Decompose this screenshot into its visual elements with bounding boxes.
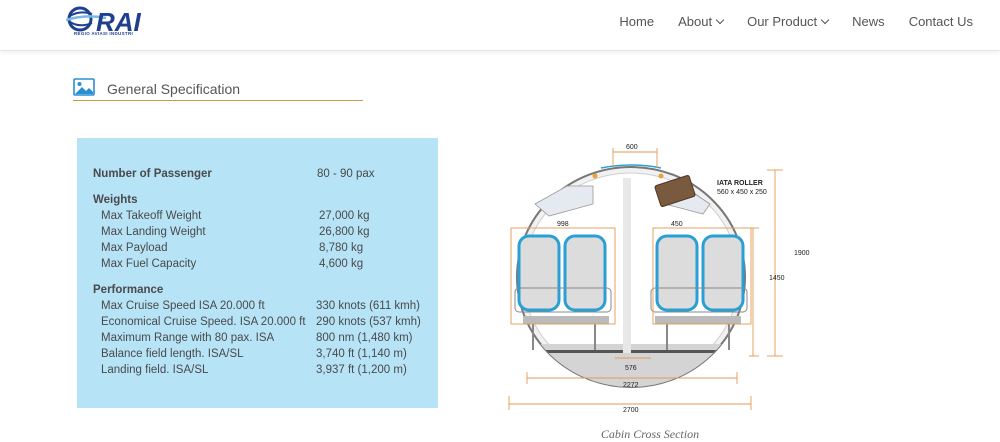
nav-home-label: Home: [619, 14, 655, 29]
dim-width: 2700: [623, 407, 639, 414]
logo-tagline: REGIO AVIASI INDUSTRI: [74, 31, 134, 36]
spec-value: 800 nm (1,480 km): [316, 332, 413, 344]
spec-value: 3,937 ft (1,200 m): [316, 364, 407, 376]
dim-aisle: 576: [625, 365, 637, 372]
nav-news-label: News: [852, 14, 885, 29]
spec-value: 290 knots (537 kmh): [316, 316, 421, 328]
section-heading: General Specification: [73, 78, 363, 101]
nav-about-label: About: [678, 14, 713, 29]
spec-label: Number of Passenger: [93, 168, 212, 180]
spec-box: Number of Passenger 80 - 90 pax Weights …: [77, 138, 438, 408]
spec-value: 3,740 ft (1,140 m): [316, 348, 407, 360]
image-icon: [73, 78, 95, 96]
spec-value: 8,780 kg: [319, 242, 364, 254]
roller-label: IATA ROLLER: [717, 180, 763, 187]
main-nav: Home About Our Product News Contact Us: [607, 14, 973, 29]
spec-value: 27,000 kg: [319, 210, 370, 222]
nav-about[interactable]: About: [666, 14, 735, 29]
chevron-down-icon: [715, 15, 725, 25]
spec-value: 4,600 kg: [319, 258, 364, 270]
diagram-caption: Cabin Cross Section: [600, 427, 700, 441]
performance-title: Performance: [93, 284, 164, 296]
roller-size: 560 x 450 x 250: [717, 189, 767, 196]
nav-home[interactable]: Home: [607, 14, 666, 29]
cabin-light: [658, 173, 664, 179]
dim-right-seat: 450: [671, 221, 683, 228]
site-header: RAI REGIO AVIASI INDUSTRI Home About Our…: [0, 0, 1000, 51]
dim-height-inner: 1450: [769, 275, 785, 282]
spec-value: 330 knots (611 kmh): [316, 300, 420, 312]
section-title: General Specification: [107, 81, 241, 97]
spec-label: Max Fuel Capacity: [101, 258, 197, 270]
spec-label: Landing field. ISA/SL: [101, 364, 209, 376]
dim-height-total: 1900: [794, 250, 810, 257]
spec-label: Max Payload: [101, 242, 168, 254]
dim-floor: 2272: [623, 382, 639, 389]
nav-contact-us-label: Contact Us: [908, 14, 973, 29]
rai-logo-mark: RAI: [65, 6, 142, 37]
spec-label: Balance field length. ISA/SL: [101, 348, 244, 360]
spec-label: Max Takeoff Weight: [101, 210, 202, 222]
spec-label: Max Cruise Speed ISA 20.000 ft: [101, 300, 265, 312]
spec-label: Economical Cruise Speed. ISA 20.000 ft: [101, 316, 306, 328]
nav-our-product[interactable]: Our Product: [735, 14, 840, 29]
weights-title: Weights: [93, 194, 138, 206]
nav-contact-us[interactable]: Contact Us: [897, 14, 973, 29]
nav-news[interactable]: News: [840, 14, 897, 29]
rai-logo[interactable]: RAI: [65, 4, 178, 46]
nav-our-product-label: Our Product: [747, 14, 818, 29]
spec-value: 26,800 kg: [319, 226, 370, 238]
cabin-light: [592, 173, 598, 179]
spec-value: 80 - 90 pax: [317, 168, 375, 180]
dim-top: 600: [626, 144, 638, 151]
spec-label: Max Landing Weight: [101, 226, 206, 238]
chevron-down-icon: [820, 15, 830, 25]
spec-label: Maximum Range with 80 pax. ISA: [101, 332, 275, 344]
dim-left-seat: 998: [557, 221, 569, 228]
cabin-cross-section-diagram: 600 998 450 1900 1450 576 2272 2700 IATA…: [508, 144, 810, 414]
